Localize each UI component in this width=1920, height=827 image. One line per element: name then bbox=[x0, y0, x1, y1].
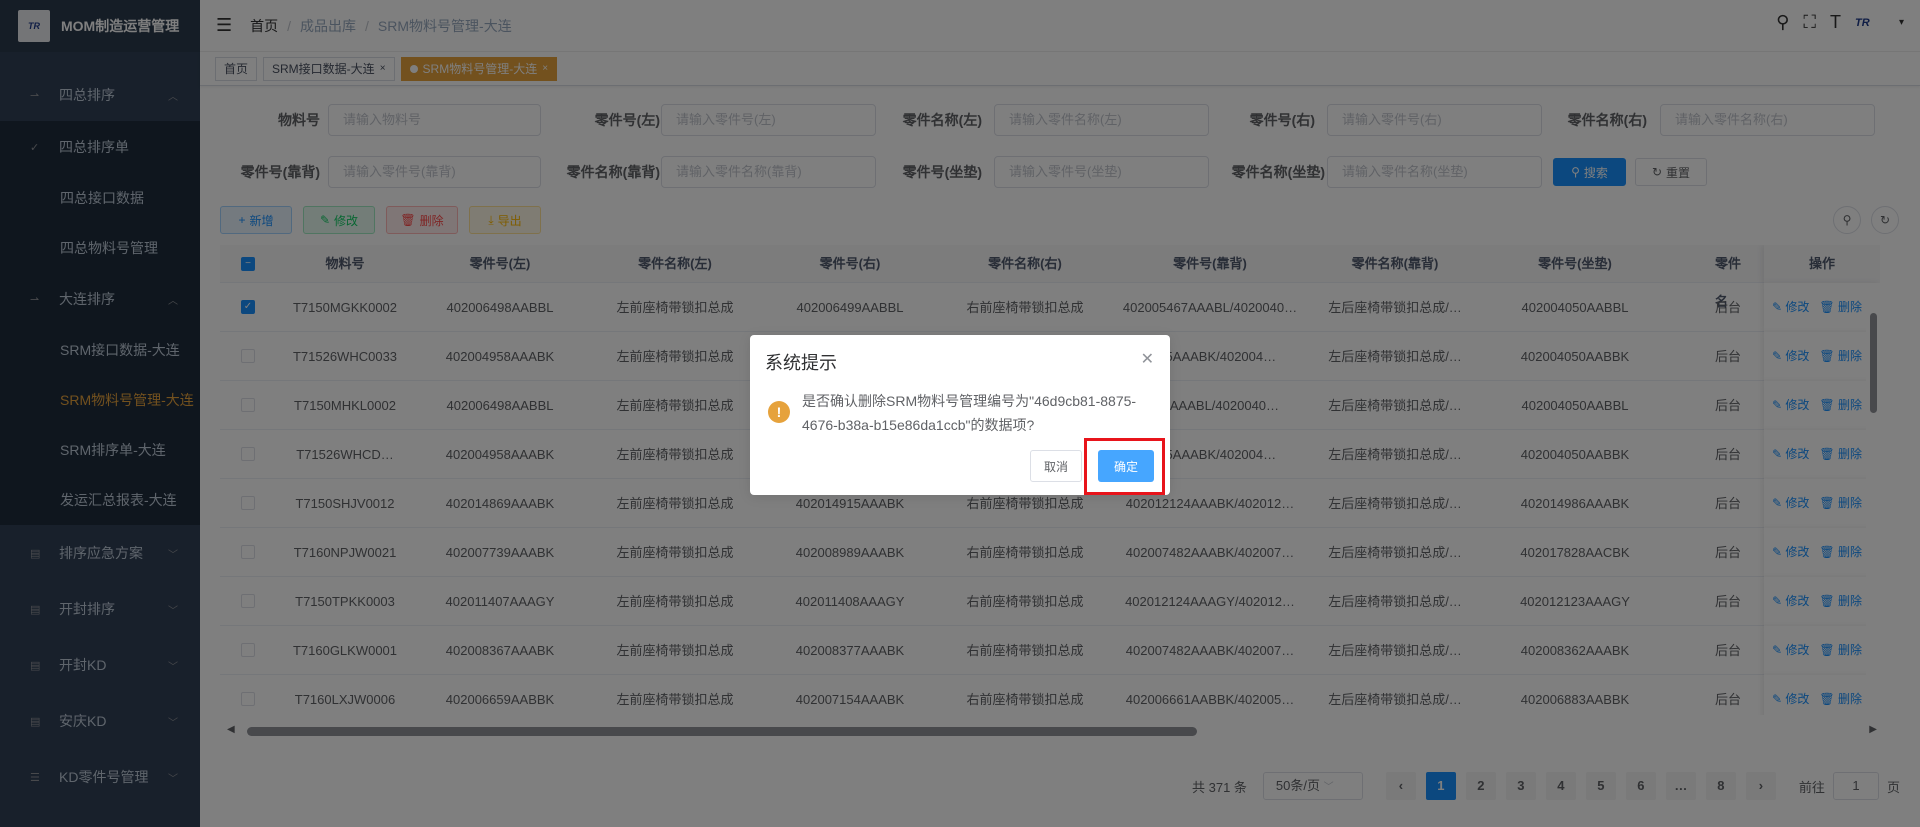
warning-icon: ! bbox=[768, 401, 790, 423]
dialog-message: 是否确认删除SRM物料号管理编号为"46d9cb81-8875-4676-b38… bbox=[802, 393, 1137, 433]
dialog-title: 系统提示 bbox=[765, 353, 837, 373]
cancel-button[interactable]: 取消 bbox=[1030, 450, 1082, 482]
close-icon[interactable]: ✕ bbox=[1141, 349, 1154, 369]
highlight-box bbox=[1084, 438, 1165, 495]
